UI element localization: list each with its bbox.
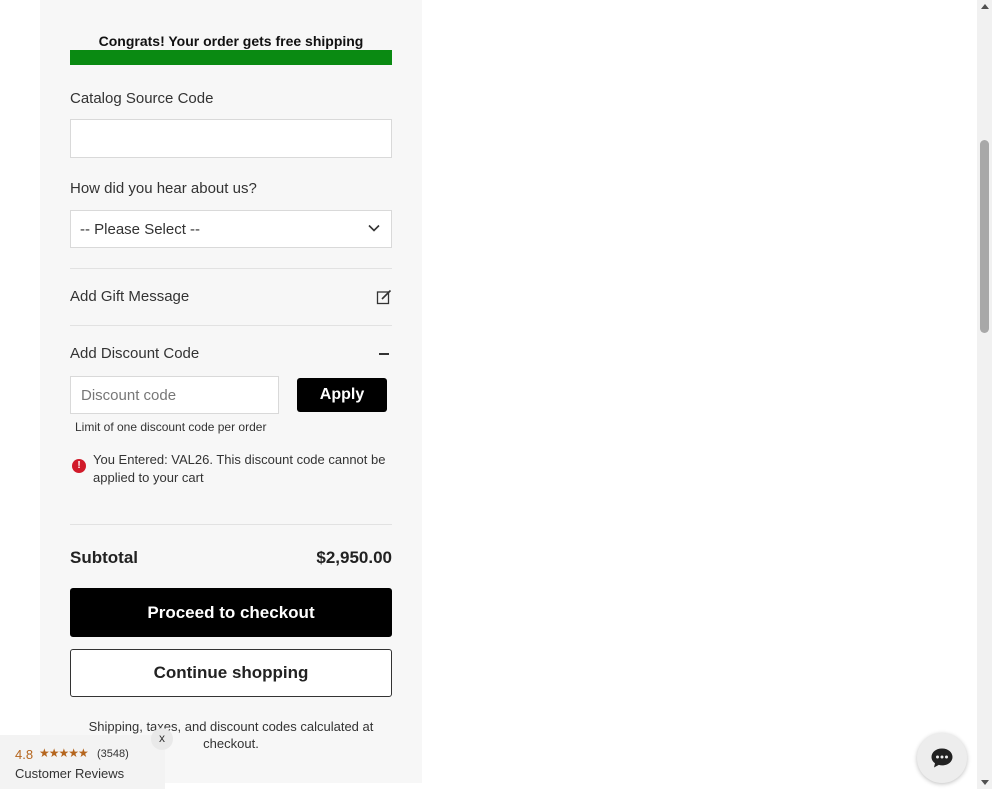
star-rating-icon: ★★★★★ xyxy=(39,746,89,760)
divider xyxy=(70,268,392,269)
gift-message-toggle[interactable]: Add Gift Message xyxy=(70,288,189,305)
proceed-to-checkout-button[interactable]: Proceed to checkout xyxy=(70,588,392,637)
reviews-label: Customer Reviews xyxy=(15,766,125,781)
divider xyxy=(70,524,392,525)
referral-label: How did you hear about us? xyxy=(70,180,257,197)
discount-code-field[interactable] xyxy=(70,376,279,414)
chat-button[interactable] xyxy=(917,733,967,783)
edit-icon[interactable] xyxy=(376,289,392,305)
close-reviews-button[interactable]: x xyxy=(151,728,173,750)
scroll-down-arrow-icon[interactable] xyxy=(981,780,989,785)
continue-shopping-button[interactable]: Continue shopping xyxy=(70,649,392,697)
error-icon: ! xyxy=(72,459,86,473)
page-scrollbar[interactable] xyxy=(977,0,992,789)
discount-code-toggle[interactable]: Add Discount Code xyxy=(70,345,199,362)
divider xyxy=(70,325,392,326)
free-shipping-progress-bar xyxy=(70,50,392,65)
chat-icon xyxy=(931,748,953,768)
subtotal-value: $2,950.00 xyxy=(316,548,392,567)
discount-error-message: You Entered: VAL26. This discount code c… xyxy=(93,452,386,485)
scroll-up-arrow-icon[interactable] xyxy=(981,4,989,9)
minus-icon[interactable] xyxy=(379,353,389,355)
free-shipping-progress-fill xyxy=(70,50,392,65)
referral-selected-value: -- Please Select -- xyxy=(80,221,201,238)
chevron-down-icon xyxy=(368,224,380,232)
discount-limit-note: Limit of one discount code per order xyxy=(75,420,267,434)
catalog-source-label: Catalog Source Code xyxy=(70,90,214,107)
review-count: (3548) xyxy=(97,748,129,760)
free-shipping-message: Congrats! Your order gets free shipping xyxy=(98,33,364,49)
catalog-source-input[interactable] xyxy=(70,119,392,158)
discount-code-input[interactable] xyxy=(71,377,278,413)
scroll-thumb[interactable] xyxy=(980,140,989,333)
subtotal-label: Subtotal xyxy=(70,548,138,567)
review-score: 4.8 xyxy=(15,747,34,762)
apply-discount-button[interactable]: Apply xyxy=(297,378,387,412)
referral-select[interactable]: -- Please Select -- xyxy=(70,210,392,248)
customer-reviews-badge[interactable]: 4.8 ★★★★★ (3548) Customer Reviews xyxy=(0,735,165,789)
